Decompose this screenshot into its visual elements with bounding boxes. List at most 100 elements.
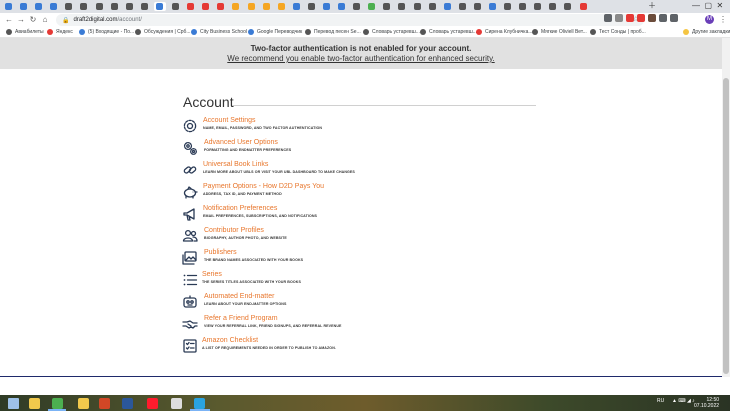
tab[interactable] [517, 2, 528, 11]
extension-icon[interactable] [637, 14, 645, 22]
menu-icon[interactable]: ⋮ [717, 15, 729, 25]
forward-icon[interactable]: → [15, 15, 27, 25]
account-menu-item[interactable]: Amazon Checklist A LIST OF REQUIREMENTS N… [182, 337, 542, 357]
account-item-title[interactable]: Series [202, 271, 222, 278]
tab[interactable] [412, 2, 423, 11]
bookmark-item[interactable]: Google Переводчик [248, 29, 302, 35]
tray-icons[interactable]: ▲ ⌨ ◢ ♪ [672, 398, 695, 404]
account-item-title[interactable]: Automated End-matter [204, 293, 274, 300]
bookmark-item[interactable]: Сирена Клубничка... [476, 29, 533, 35]
scrollbar-thumb[interactable] [723, 78, 729, 374]
account-menu-item[interactable]: Publishers THE BRAND NAMES ASSOCIATED WIT… [182, 249, 542, 269]
tab[interactable] [276, 2, 287, 11]
account-menu-item[interactable]: Series THE SERIES TITLES ASSOCIATED WITH … [182, 271, 542, 291]
tab[interactable] [457, 2, 468, 11]
tab[interactable] [487, 2, 498, 11]
reading-list-icon[interactable] [670, 14, 678, 22]
bookmark-item[interactable]: Авиабилеты [6, 29, 44, 35]
tab[interactable] [18, 2, 29, 11]
tab[interactable] [94, 2, 105, 11]
bookmark-item[interactable]: Мягкие Oliviell Вет... [532, 29, 587, 35]
tab[interactable] [170, 2, 181, 11]
account-item-title[interactable]: Account Settings [203, 117, 256, 124]
account-menu-item[interactable]: Advanced User Options FORMATTING AND ENDM… [182, 139, 542, 159]
address-bar[interactable]: 🔒 draft2digital.com/account/ ☆ [56, 14, 644, 26]
extension-icon[interactable] [648, 14, 656, 22]
extension-icon[interactable] [626, 14, 634, 22]
bookmark-item[interactable]: Яндекс [47, 29, 73, 35]
profile-avatar[interactable]: M [705, 15, 714, 24]
account-item-title[interactable]: Contributor Profiles [204, 227, 264, 234]
bookmark-item[interactable]: Другие закладки [683, 29, 730, 35]
tab[interactable] [261, 2, 272, 11]
bookmark-item[interactable]: Обсуждения | Срб... [135, 29, 191, 35]
account-menu-item[interactable]: Account Settings NAME, EMAIL, PASSWORD, A… [182, 117, 542, 137]
puzzle-icon[interactable] [659, 14, 667, 22]
translate-icon[interactable] [604, 14, 612, 22]
tab[interactable] [200, 2, 211, 11]
tab[interactable] [427, 2, 438, 11]
files-icon[interactable] [78, 398, 89, 409]
window-controls[interactable]: — ▢ ✕ [692, 1, 723, 11]
start-icon[interactable] [8, 398, 19, 409]
bookmark-item[interactable]: Тест Сонды | проб... [590, 29, 646, 35]
chrome-icon[interactable] [52, 398, 63, 409]
powerpoint-icon[interactable] [99, 398, 110, 409]
tab[interactable] [562, 2, 573, 11]
home-icon[interactable]: ⌂ [39, 15, 51, 25]
opera-icon[interactable] [147, 398, 158, 409]
tab[interactable] [306, 2, 317, 11]
account-menu-item[interactable]: Refer a Friend Program VIEW YOUR REFERRAL… [182, 315, 542, 335]
clock[interactable]: 12:50 07.10.2022 [694, 397, 719, 409]
tab[interactable] [291, 2, 302, 11]
tab[interactable] [3, 2, 14, 11]
account-item-title[interactable]: Universal Book Links [203, 161, 268, 168]
share-icon[interactable] [615, 14, 623, 22]
new-tab-button[interactable]: ＋ [648, 1, 656, 11]
tab[interactable] [63, 2, 74, 11]
scrollbar[interactable] [722, 38, 730, 377]
tab[interactable] [139, 2, 150, 11]
tab[interactable] [185, 2, 196, 11]
tab[interactable] [396, 2, 407, 11]
tab[interactable] [547, 2, 558, 11]
account-item-title[interactable]: Refer a Friend Program [204, 315, 278, 322]
language-indicator[interactable]: RU [657, 398, 664, 404]
bookmark-item[interactable]: City Business School [191, 29, 247, 35]
tab[interactable] [381, 2, 392, 11]
account-item-title[interactable]: Notification Preferences [203, 205, 277, 212]
app-icon[interactable] [171, 398, 182, 409]
tab[interactable] [472, 2, 483, 11]
tab[interactable] [336, 2, 347, 11]
tab[interactable] [78, 2, 89, 11]
bookmark-item[interactable]: (5) Входящие - По... [79, 29, 134, 35]
tab[interactable] [124, 2, 135, 11]
account-item-title[interactable]: Payment Options - How D2D Pays You [203, 183, 324, 190]
account-menu-item[interactable]: Contributor Profiles BIOGRAPHY, AUTHOR PH… [182, 227, 542, 247]
account-menu-item[interactable]: Automated End-matter LEARN ABOUT YOUR END… [182, 293, 542, 313]
reload-icon[interactable]: ↻ [27, 15, 39, 25]
bookmark-item[interactable]: Словарь устаревш... [363, 29, 420, 35]
enable-2fa-link[interactable]: We recommend you enable two-factor authe… [0, 54, 722, 63]
tab-active[interactable] [153, 2, 166, 11]
tab[interactable] [366, 2, 377, 11]
tab[interactable] [215, 2, 226, 11]
tab[interactable] [109, 2, 120, 11]
account-menu-item[interactable]: Payment Options - How D2D Pays You ADDRES… [182, 183, 542, 203]
account-menu-item[interactable]: Notification Preferences EMAIL PREFERENCE… [182, 205, 542, 225]
tab[interactable] [230, 2, 241, 11]
account-item-title[interactable]: Publishers [204, 249, 237, 256]
explorer-icon[interactable] [29, 398, 40, 409]
tab[interactable] [578, 2, 589, 11]
tab[interactable] [351, 2, 362, 11]
telegram-icon[interactable] [194, 398, 205, 409]
bookmark-item[interactable]: Перевод песен Se... [305, 29, 361, 35]
tab[interactable] [532, 2, 543, 11]
account-menu-item[interactable]: Universal Book Links LEARN MORE ABOUT UBL… [182, 161, 542, 181]
tab[interactable] [246, 2, 257, 11]
tab[interactable] [442, 2, 453, 11]
tab[interactable] [48, 2, 59, 11]
tab[interactable] [321, 2, 332, 11]
back-icon[interactable]: ← [3, 15, 15, 25]
tab[interactable] [502, 2, 513, 11]
